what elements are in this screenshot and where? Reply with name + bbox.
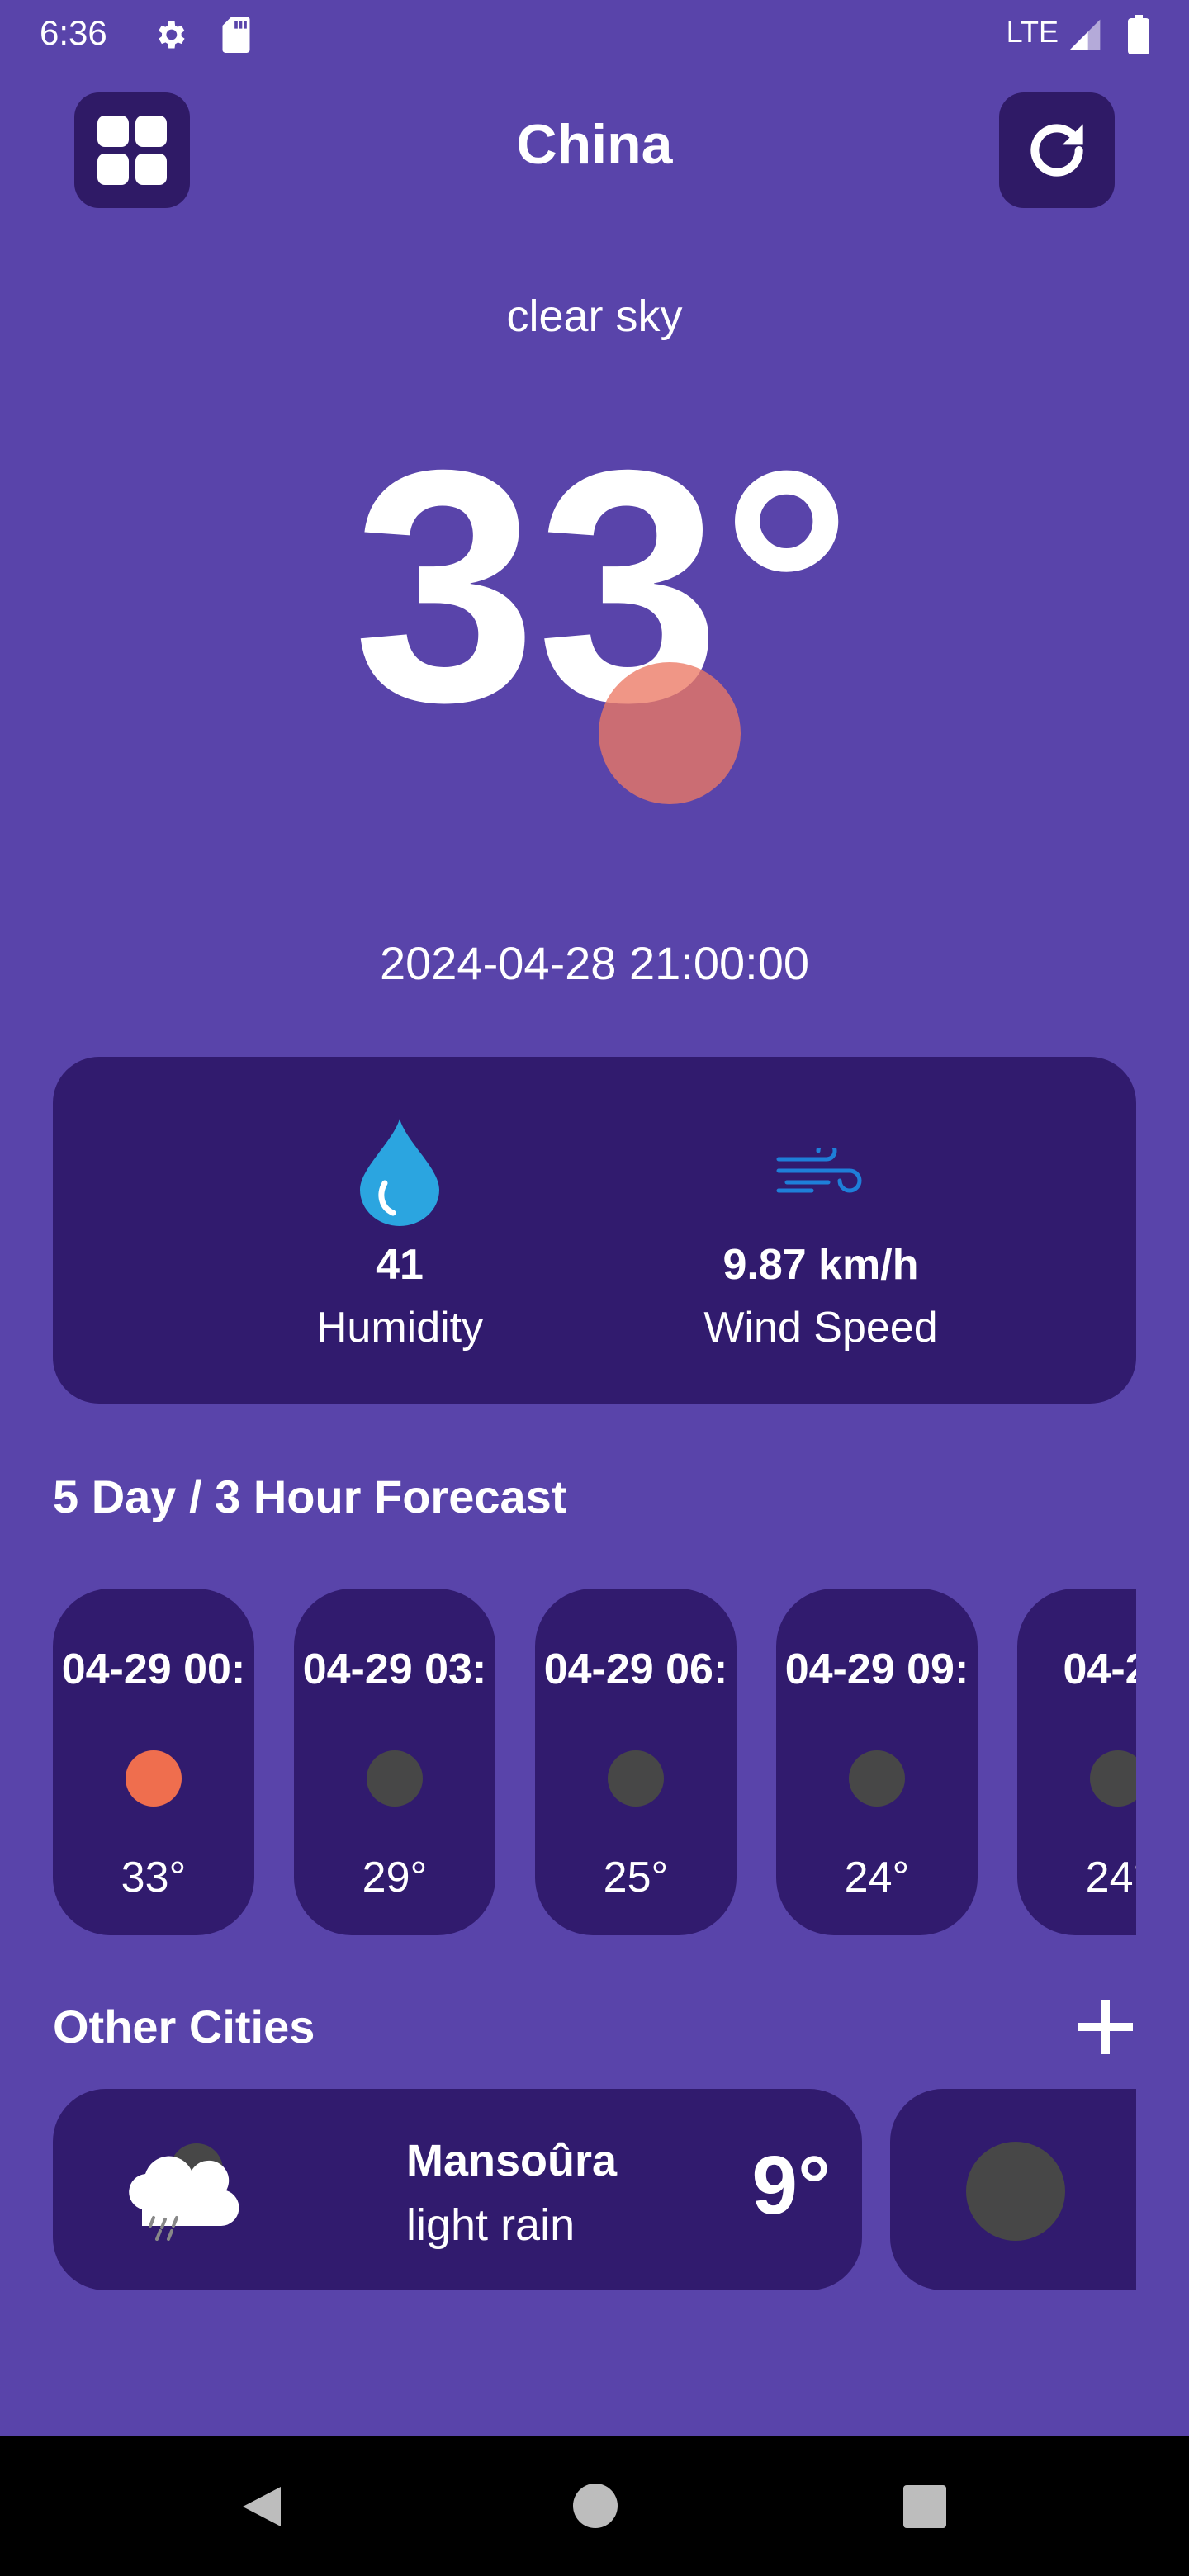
city-card[interactable]: Mansoûra light rain 9° bbox=[53, 2089, 862, 2290]
back-icon[interactable] bbox=[239, 2484, 286, 2530]
forecast-title: 5 Day / 3 Hour Forecast bbox=[53, 1470, 567, 1522]
sun-icon bbox=[599, 662, 741, 804]
wind-speed-value: 9.87 km/h bbox=[722, 1241, 919, 1289]
forecast-card[interactable]: 04-29 03: 29° bbox=[294, 1589, 495, 1935]
system-nav-bar bbox=[0, 2436, 1189, 2576]
forecast-list[interactable]: 04-29 00: 33° 04-29 03: 29° 04-29 06: 25… bbox=[53, 1589, 1136, 1935]
forecast-temperature: 29° bbox=[362, 1854, 428, 1901]
home-icon[interactable] bbox=[573, 2484, 618, 2528]
moon-icon bbox=[1090, 1750, 1136, 1807]
refresh-button[interactable] bbox=[999, 92, 1115, 208]
wind-stat: 9.87 km/h Wind Speed bbox=[647, 1115, 994, 1352]
forecast-card[interactable]: 04-29 24° bbox=[1017, 1589, 1136, 1935]
forecast-time: 04-29 bbox=[1063, 1646, 1137, 1693]
current-datetime: 2024-04-28 21:00:00 bbox=[380, 937, 809, 989]
moon-icon bbox=[367, 1750, 423, 1807]
add-city-icon[interactable] bbox=[1075, 1996, 1136, 2057]
battery-icon bbox=[1128, 15, 1149, 54]
forecast-time: 04-29 00: bbox=[61, 1646, 246, 1693]
moon-icon bbox=[966, 2142, 1065, 2241]
recent-apps-icon[interactable] bbox=[903, 2485, 946, 2528]
network-type: LTE bbox=[1006, 15, 1059, 49]
humidity-label: Humidity bbox=[315, 1304, 484, 1352]
forecast-time: 04-29 06: bbox=[543, 1646, 728, 1693]
forecast-time: 04-29 09: bbox=[784, 1646, 969, 1693]
forecast-time: 04-29 03: bbox=[302, 1646, 487, 1693]
weather-stats-card: 41 Humidity 9.87 km/h Wind Speed bbox=[53, 1057, 1136, 1404]
status-bar: 6:36 LTE bbox=[0, 0, 1189, 69]
moon-icon bbox=[608, 1750, 664, 1807]
forecast-card[interactable]: 04-29 00: 33° bbox=[53, 1589, 254, 1935]
refresh-icon bbox=[1030, 124, 1083, 177]
forecast-temperature: 24° bbox=[1085, 1854, 1136, 1901]
cities-list[interactable]: Mansoûra light rain 9° bbox=[53, 2089, 1136, 2290]
wind-speed-label: Wind Speed bbox=[703, 1304, 938, 1352]
forecast-card[interactable]: 04-29 06: 25° bbox=[535, 1589, 737, 1935]
weather-condition: clear sky bbox=[506, 291, 683, 341]
forecast-card[interactable]: 04-29 09: 24° bbox=[776, 1589, 978, 1935]
city-card[interactable] bbox=[890, 2089, 1136, 2290]
current-temperature: 33° bbox=[353, 401, 853, 770]
sd-card-icon bbox=[222, 17, 250, 53]
moon-icon bbox=[849, 1750, 905, 1807]
city-name: Mansoûra bbox=[406, 2136, 618, 2185]
city-condition: light rain bbox=[406, 2200, 576, 2250]
status-time: 6:36 bbox=[40, 13, 107, 52]
humidity-stat: 41 Humidity bbox=[259, 1115, 540, 1352]
humidity-value: 41 bbox=[376, 1241, 424, 1289]
wind-icon bbox=[776, 1148, 862, 1193]
city-temperature: 9° bbox=[751, 2139, 831, 2232]
signal-icon bbox=[1069, 19, 1101, 50]
forecast-temperature: 24° bbox=[844, 1854, 910, 1901]
other-cities-title: Other Cities bbox=[53, 2001, 315, 2053]
sun-icon bbox=[126, 1750, 182, 1807]
forecast-temperature: 25° bbox=[603, 1854, 669, 1901]
forecast-temperature: 33° bbox=[121, 1854, 187, 1901]
water-drop-icon bbox=[360, 1119, 439, 1226]
rain-cloud-icon bbox=[129, 2143, 239, 2241]
settings-gear-icon bbox=[159, 21, 185, 49]
